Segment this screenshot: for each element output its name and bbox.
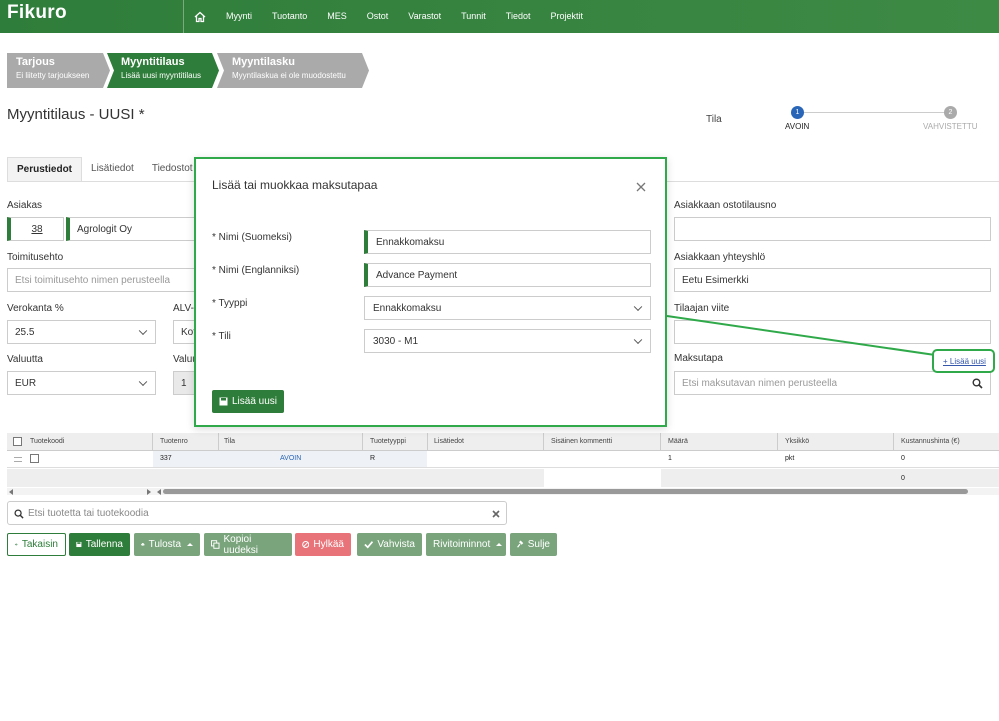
name-fi-label: * Nimi (Suomeksi) bbox=[212, 232, 293, 243]
type-select[interactable]: Ennakkomaksu bbox=[364, 296, 651, 320]
add-new-button[interactable]: Lisää uusi bbox=[212, 390, 285, 413]
account-select[interactable]: 3030 - M1 bbox=[364, 329, 651, 353]
floppy-disk-icon bbox=[219, 397, 228, 406]
chevron-down-icon bbox=[633, 302, 643, 312]
add-payment-method-highlight: + Lisää uusi bbox=[932, 349, 995, 373]
name-en-input[interactable]: Advance Payment bbox=[364, 263, 651, 287]
chevron-down-icon bbox=[633, 335, 643, 345]
type-label: * Tyyppi bbox=[212, 298, 248, 309]
close-icon[interactable] bbox=[636, 182, 646, 192]
name-fi-input[interactable]: Ennakkomaksu bbox=[364, 230, 651, 254]
add-payment-method-link[interactable]: + Lisää uusi bbox=[943, 357, 986, 366]
add-new-button-label: Lisää uusi bbox=[232, 396, 278, 407]
name-en-label: * Nimi (Englanniksi) bbox=[212, 265, 300, 276]
account-label: * Tili bbox=[212, 331, 231, 342]
payment-method-modal: Lisää tai muokkaa maksutapaa * Nimi (Suo… bbox=[194, 157, 667, 427]
account-select-value: 3030 - M1 bbox=[373, 335, 419, 347]
modal-title: Lisää tai muokkaa maksutapaa bbox=[212, 178, 378, 192]
type-select-value: Ennakkomaksu bbox=[373, 302, 442, 314]
